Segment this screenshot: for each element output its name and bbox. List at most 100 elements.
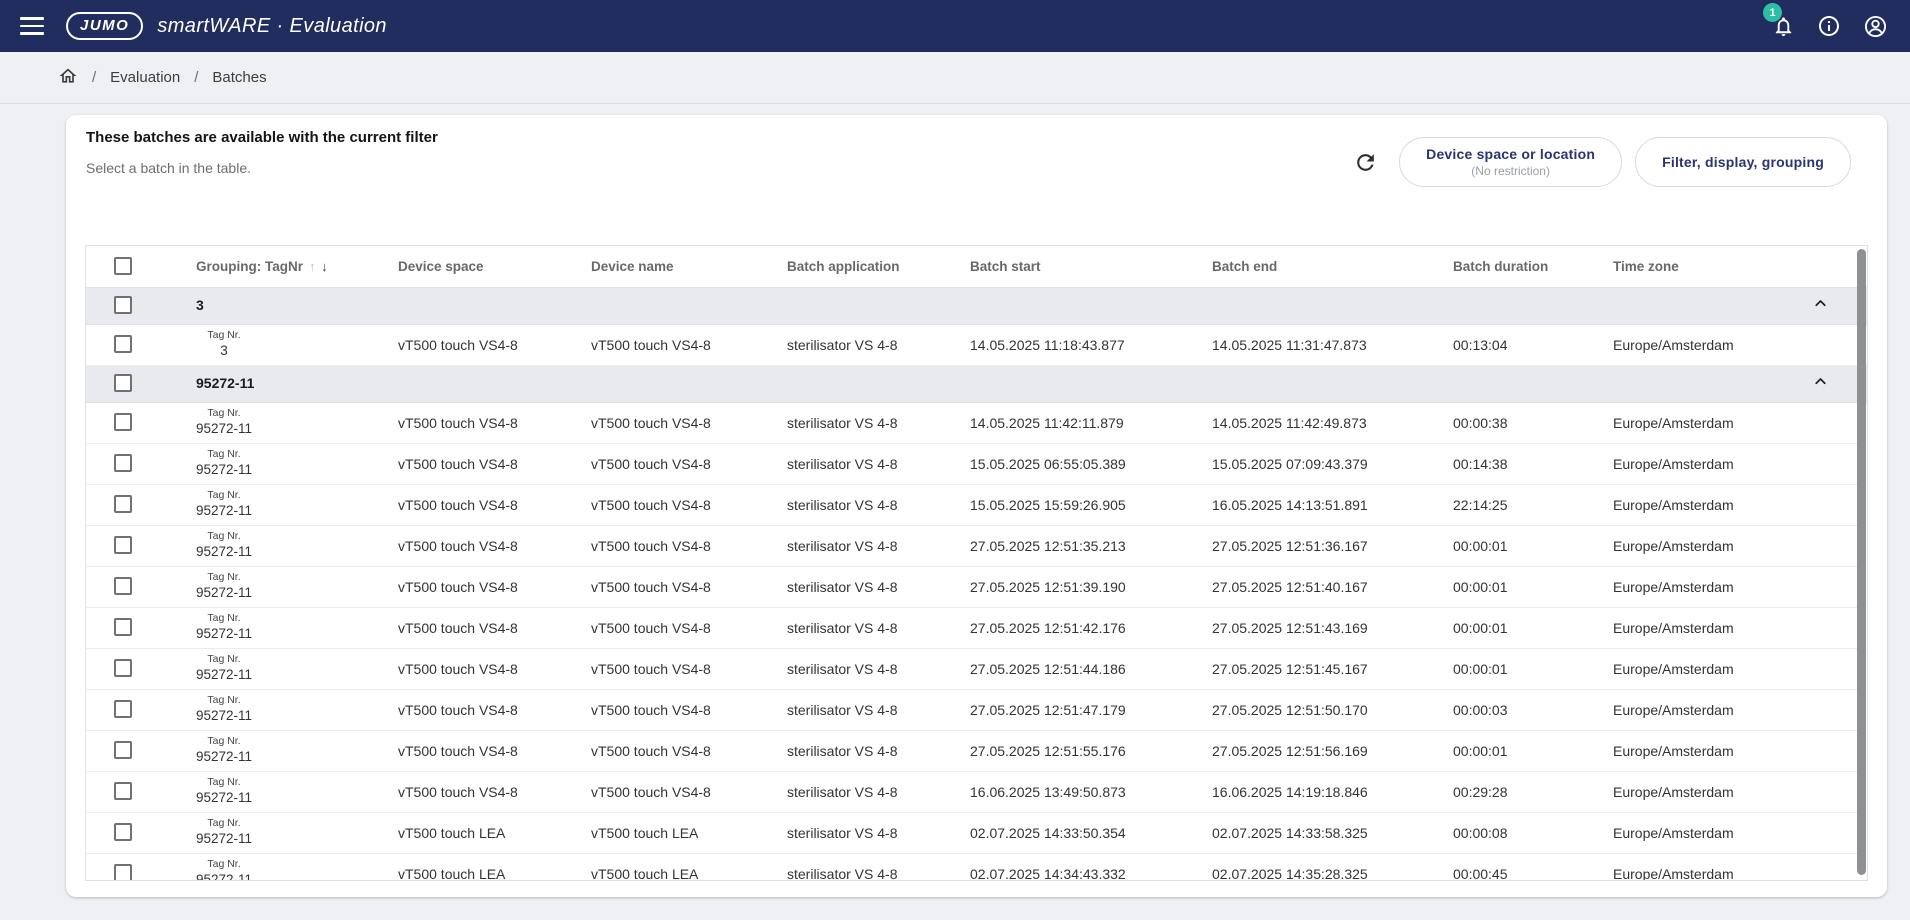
batch-application-cell: sterilisator VS 4-8 xyxy=(787,853,970,881)
group-checkbox[interactable] xyxy=(114,296,132,314)
select-all-checkbox[interactable] xyxy=(114,257,132,275)
device-space-filter-button[interactable]: Device space or location (No restriction… xyxy=(1399,137,1622,187)
batch-row[interactable]: Tag Nr.95272-11vT500 touch VS4-8vT500 to… xyxy=(86,443,1868,484)
row-checkbox[interactable] xyxy=(114,823,132,841)
tag-label: Tag Nr. xyxy=(196,407,252,419)
chevron-up-icon xyxy=(1812,295,1829,312)
batch-row[interactable]: Tag Nr.95272-11vT500 touch LEAvT500 touc… xyxy=(86,853,1868,881)
batches-table-body: 3Tag Nr.3vT500 touch VS4-8vT500 touch VS… xyxy=(86,287,1868,881)
home-icon[interactable] xyxy=(58,66,78,90)
batch-application-cell: sterilisator VS 4-8 xyxy=(787,648,970,689)
jumo-logo: JUMO xyxy=(66,12,143,40)
row-checkbox[interactable] xyxy=(114,577,132,595)
column-header-batch-end[interactable]: Batch end xyxy=(1212,246,1453,287)
device-space-filter-sublabel: (No restriction) xyxy=(1471,164,1550,178)
batch-duration-cell: 00:00:03 xyxy=(1453,689,1613,730)
batch-start-cell: 14.05.2025 11:18:43.877 xyxy=(970,324,1212,365)
device-name-cell: vT500 touch VS4-8 xyxy=(591,525,787,566)
column-header-device-space[interactable]: Device space xyxy=(398,246,591,287)
column-header-time-zone[interactable]: Time zone xyxy=(1613,246,1868,287)
breadcrumb-item-batches[interactable]: Batches xyxy=(212,69,266,86)
row-checkbox[interactable] xyxy=(114,741,132,759)
device-space-cell: vT500 touch VS4-8 xyxy=(398,525,591,566)
batch-row[interactable]: Tag Nr.95272-11vT500 touch VS4-8vT500 to… xyxy=(86,402,1868,443)
sort-ascending-icon[interactable]: ↑ xyxy=(309,259,317,274)
batch-end-cell: 16.05.2025 14:13:51.891 xyxy=(1212,484,1453,525)
time-zone-cell: Europe/Amsterdam xyxy=(1613,689,1868,730)
breadcrumb-separator: / xyxy=(92,69,96,86)
select-all-header-cell xyxy=(86,246,196,287)
row-checkbox[interactable] xyxy=(114,864,132,881)
column-header-batch-start[interactable]: Batch start xyxy=(970,246,1212,287)
batch-row[interactable]: Tag Nr.95272-11vT500 touch VS4-8vT500 to… xyxy=(86,525,1868,566)
batch-row[interactable]: Tag Nr.95272-11vT500 touch VS4-8vT500 to… xyxy=(86,484,1868,525)
row-checkbox[interactable] xyxy=(114,700,132,718)
batch-duration-cell: 22:14:25 xyxy=(1453,484,1613,525)
breadcrumb-item-evaluation[interactable]: Evaluation xyxy=(110,69,180,86)
tag-value: 95272-11 xyxy=(196,790,252,806)
vertical-scrollbar-thumb[interactable] xyxy=(1857,249,1866,875)
row-checkbox[interactable] xyxy=(114,335,132,353)
batch-duration-cell: 00:00:45 xyxy=(1453,853,1613,881)
group-checkbox[interactable] xyxy=(114,374,132,392)
tag-cell: Tag Nr.95272-11 xyxy=(196,571,252,601)
batch-end-cell: 27.05.2025 12:51:56.169 xyxy=(1212,730,1453,771)
refresh-icon xyxy=(1353,150,1378,175)
row-checkbox[interactable] xyxy=(114,495,132,513)
batch-row[interactable]: Tag Nr.95272-11vT500 touch VS4-8vT500 to… xyxy=(86,607,1868,648)
device-name-cell: vT500 touch VS4-8 xyxy=(591,607,787,648)
menu-icon[interactable] xyxy=(20,17,44,35)
column-header-grouping[interactable]: Grouping: TagNr↑ ↓ xyxy=(196,246,398,287)
batch-row[interactable]: Tag Nr.95272-11vT500 touch VS4-8vT500 to… xyxy=(86,730,1868,771)
filter-display-grouping-label: Filter, display, grouping xyxy=(1662,154,1824,170)
device-name-cell: vT500 touch VS4-8 xyxy=(591,402,787,443)
batch-row[interactable]: Tag Nr.95272-11vT500 touch VS4-8vT500 to… xyxy=(86,689,1868,730)
row-checkbox[interactable] xyxy=(114,782,132,800)
batch-row[interactable]: Tag Nr.95272-11vT500 touch VS4-8vT500 to… xyxy=(86,566,1868,607)
device-name-cell: vT500 touch VS4-8 xyxy=(591,484,787,525)
group-collapse-button[interactable] xyxy=(1613,287,1868,324)
table-header-row: Grouping: TagNr↑ ↓ Device space Device n… xyxy=(86,246,1868,287)
batch-start-cell: 14.05.2025 11:42:11.879 xyxy=(970,402,1212,443)
batch-duration-cell: 00:00:01 xyxy=(1453,607,1613,648)
account-button[interactable] xyxy=(1862,13,1888,39)
batch-row[interactable]: Tag Nr.95272-11vT500 touch VS4-8vT500 to… xyxy=(86,648,1868,689)
refresh-button[interactable] xyxy=(1348,145,1382,179)
batch-row[interactable]: Tag Nr.3vT500 touch VS4-8vT500 touch VS4… xyxy=(86,324,1868,365)
tag-value: 95272-11 xyxy=(196,503,252,519)
column-header-batch-application[interactable]: Batch application xyxy=(787,246,970,287)
batch-start-cell: 27.05.2025 12:51:55.176 xyxy=(970,730,1212,771)
time-zone-cell: Europe/Amsterdam xyxy=(1613,771,1868,812)
row-checkbox[interactable] xyxy=(114,536,132,554)
time-zone-cell: Europe/Amsterdam xyxy=(1613,812,1868,853)
group-row[interactable]: 3 xyxy=(86,287,1868,324)
row-checkbox[interactable] xyxy=(114,659,132,677)
group-collapse-button[interactable] xyxy=(1613,365,1868,402)
column-header-device-name[interactable]: Device name xyxy=(591,246,787,287)
row-checkbox[interactable] xyxy=(114,618,132,636)
row-checkbox[interactable] xyxy=(114,413,132,431)
batch-row[interactable]: Tag Nr.95272-11vT500 touch VS4-8vT500 to… xyxy=(86,771,1868,812)
device-space-cell: vT500 touch LEA xyxy=(398,812,591,853)
app-title: smartWARE · Evaluation xyxy=(157,15,387,38)
filter-display-grouping-button[interactable]: Filter, display, grouping xyxy=(1635,137,1851,187)
tag-label: Tag Nr. xyxy=(196,489,252,501)
device-name-cell: vT500 touch VS4-8 xyxy=(591,324,787,365)
tag-label: Tag Nr. xyxy=(196,653,252,665)
notifications-button[interactable]: 1 xyxy=(1770,13,1796,39)
tag-cell: Tag Nr.95272-11 xyxy=(196,776,252,806)
info-button[interactable] xyxy=(1816,13,1842,39)
device-space-cell: vT500 touch LEA xyxy=(398,853,591,881)
breadcrumb: / Evaluation / Batches xyxy=(0,52,1910,104)
tag-label: Tag Nr. xyxy=(196,612,252,624)
batch-application-cell: sterilisator VS 4-8 xyxy=(787,730,970,771)
sort-descending-icon[interactable]: ↓ xyxy=(321,259,329,274)
batch-row[interactable]: Tag Nr.95272-11vT500 touch LEAvT500 touc… xyxy=(86,812,1868,853)
tag-label: Tag Nr. xyxy=(196,817,252,829)
tag-cell: Tag Nr.95272-11 xyxy=(196,858,252,881)
row-checkbox[interactable] xyxy=(114,454,132,472)
tag-value: 95272-11 xyxy=(196,544,252,560)
column-header-batch-duration[interactable]: Batch duration xyxy=(1453,246,1613,287)
group-row[interactable]: 95272-11 xyxy=(86,365,1868,402)
breadcrumb-separator: / xyxy=(194,69,198,86)
